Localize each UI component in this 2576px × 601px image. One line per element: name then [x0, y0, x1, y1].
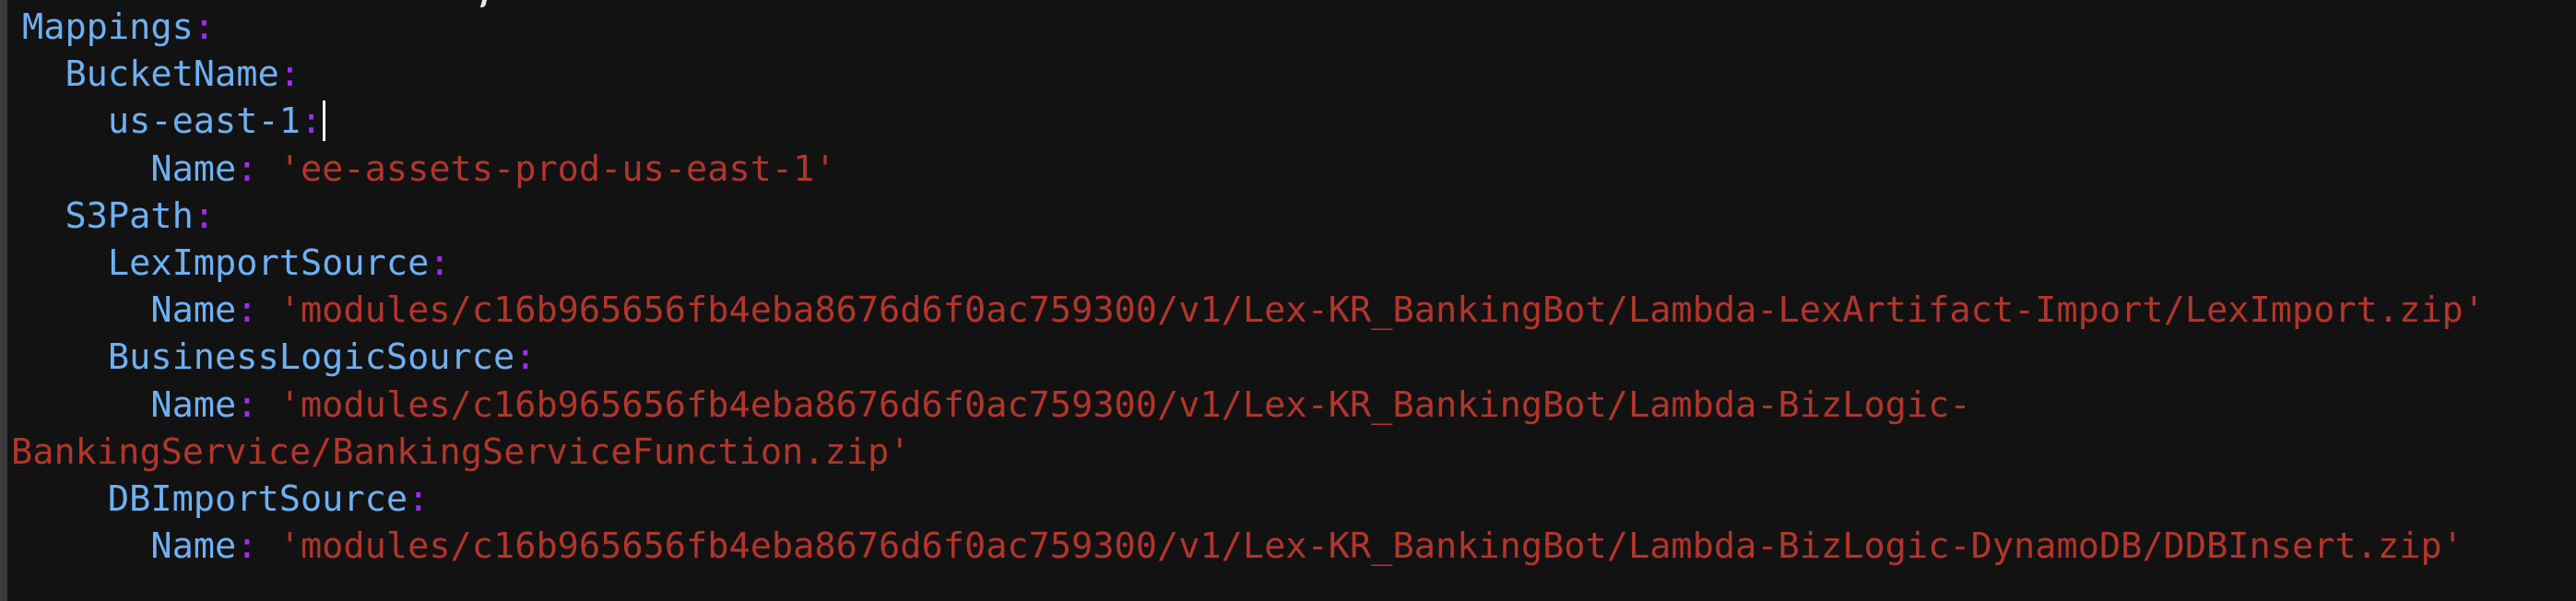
code-line-name: Name: 'modules/c16b965656fb4eba8676d6f0a…	[22, 287, 2485, 334]
yaml-string-value: 'modules/c16b965656fb4eba8676d6f0ac75930…	[278, 525, 2464, 568]
yaml-key: us-east-1	[107, 100, 301, 143]
yaml-colon: :	[514, 336, 537, 379]
yaml-colon: :	[236, 289, 258, 332]
yaml-key: Mappings	[22, 6, 194, 48]
editor-gutter	[0, 0, 7, 601]
yaml-colon: :	[236, 525, 258, 568]
code-line-mappings: Mappings:	[22, 4, 2485, 51]
code-line-name: Name: 'modules/c16b965656fb4eba8676d6f0a…	[22, 382, 2485, 429]
yaml-string-value: 'modules/c16b965656fb4eba8676d6f0ac75930…	[278, 289, 2486, 332]
code-editor[interactable]: Mappings: BucketName: us-east-1: Name: '…	[11, 4, 2485, 570]
yaml-key: BusinessLogicSource	[107, 336, 515, 379]
yaml-key: Name	[150, 289, 237, 332]
yaml-string-value-wrapped: BankingService/BankingServiceFunction.zi…	[11, 430, 911, 473]
code-line-bucketname: BucketName:	[22, 51, 2485, 98]
yaml-colon: :	[429, 242, 451, 284]
yaml-colon: :	[193, 6, 216, 48]
yaml-colon: :	[408, 477, 430, 520]
code-line-wrapped: BankingService/BankingServiceFunction.zi…	[11, 429, 2485, 476]
text-cursor	[323, 100, 326, 141]
yaml-key: DBImportSource	[107, 477, 408, 520]
yaml-string-value: 'ee-assets-prod-us-east-1'	[278, 147, 836, 190]
yaml-colon: :	[236, 147, 258, 190]
yaml-key: LexImportSource	[107, 242, 430, 284]
yaml-colon: :	[193, 194, 216, 237]
yaml-string-value: 'modules/c16b965656fb4eba8676d6f0ac75930…	[278, 383, 1971, 426]
yaml-colon: :	[278, 53, 301, 96]
code-line-leximportsource: LexImportSource:	[22, 240, 2485, 287]
code-line-name: Name: 'ee-assets-prod-us-east-1'	[22, 146, 2485, 193]
yaml-colon: :	[236, 383, 258, 426]
code-line-businesslogicsource: BusinessLogicSource:	[22, 334, 2485, 381]
yaml-key: Name	[150, 525, 237, 568]
code-line-name: Name: 'modules/c16b965656fb4eba8676d6f0a…	[22, 523, 2485, 570]
yaml-colon: :	[300, 100, 323, 143]
yaml-key: Name	[150, 383, 237, 426]
code-line-us-east-1: us-east-1:	[22, 98, 2485, 145]
code-line-s3path: S3Path:	[22, 193, 2485, 240]
code-line-dbimportsource: DBImportSource:	[22, 476, 2485, 523]
yaml-key: Name	[150, 147, 237, 190]
yaml-key: BucketName	[65, 53, 279, 96]
yaml-key: S3Path	[65, 194, 194, 237]
